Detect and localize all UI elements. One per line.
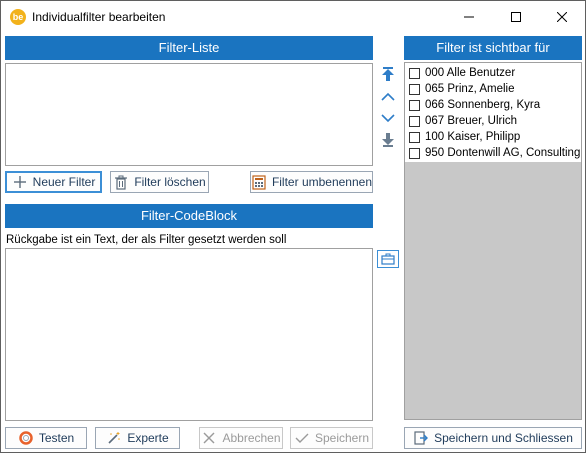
- expert-button[interactable]: Experte: [95, 427, 180, 449]
- user-visibility-list: 000 Alle Benutzer 065 Prinz, Amelie 066 …: [404, 62, 582, 420]
- chevron-down-icon: [381, 114, 395, 123]
- x-icon: [201, 430, 217, 446]
- user-label: 066 Sonnenberg, Kyra: [425, 99, 541, 111]
- delete-filter-label: Filter löschen: [134, 175, 206, 189]
- cancel-button[interactable]: Abbrechen: [199, 427, 283, 449]
- magic-wand-icon: [106, 430, 122, 446]
- save-label: Speichern: [314, 431, 370, 445]
- test-button[interactable]: Testen: [5, 427, 87, 449]
- checkbox[interactable]: [409, 131, 420, 143]
- filter-list-box[interactable]: [5, 63, 373, 166]
- close-button[interactable]: [539, 1, 585, 32]
- checkbox[interactable]: [409, 115, 420, 127]
- move-top-button[interactable]: [379, 65, 397, 83]
- rename-filter-button[interactable]: Filter umbenennen: [250, 171, 373, 193]
- move-bottom-button[interactable]: [379, 131, 397, 149]
- exit-icon: [413, 430, 429, 446]
- user-label: 950 Dontenwill AG, Consulting: [425, 147, 581, 159]
- codeblock-header: Filter-CodeBlock: [5, 204, 373, 228]
- list-item[interactable]: 066 Sonnenberg, Kyra: [405, 97, 581, 113]
- maximize-button[interactable]: [493, 1, 539, 32]
- user-label: 100 Kaiser, Philipp: [425, 131, 521, 143]
- codeblock-description: Rückgabe ist ein Text, der als Filter ge…: [6, 234, 287, 246]
- expert-label: Experte: [127, 431, 169, 445]
- plus-icon: [12, 174, 28, 190]
- calculator-icon: [251, 174, 267, 190]
- window-title: Individualfilter bearbeiten: [32, 10, 166, 24]
- filter-list-header: Filter-Liste: [5, 36, 373, 60]
- list-item[interactable]: 950 Dontenwill AG, Consulting: [405, 145, 581, 161]
- lifebuoy-icon: [18, 430, 34, 446]
- new-filter-label: Neuer Filter: [32, 175, 96, 189]
- trash-icon: [113, 174, 129, 190]
- checkbox[interactable]: [409, 99, 420, 111]
- move-down-button[interactable]: [379, 109, 397, 127]
- new-filter-button[interactable]: Neuer Filter: [5, 171, 102, 193]
- save-button[interactable]: Speichern: [290, 427, 373, 449]
- checkbox[interactable]: [409, 147, 420, 159]
- save-and-close-label: Speichern und Schliessen: [434, 431, 573, 445]
- move-to-top-icon: [382, 67, 394, 81]
- title-bar: be Individualfilter bearbeiten: [1, 1, 585, 32]
- user-label: 000 Alle Benutzer: [425, 67, 516, 79]
- code-editor[interactable]: [5, 248, 373, 421]
- list-item[interactable]: 000 Alle Benutzer: [405, 65, 581, 81]
- move-up-button[interactable]: [379, 88, 397, 106]
- user-label: 067 Breuer, Ulrich: [425, 115, 518, 127]
- toolbox-icon: [381, 253, 395, 265]
- list-item[interactable]: 065 Prinz, Amelie: [405, 81, 581, 97]
- checkbox[interactable]: [409, 67, 420, 79]
- move-to-bottom-icon: [382, 133, 394, 147]
- user-label: 065 Prinz, Amelie: [425, 83, 515, 95]
- maximize-icon: [511, 11, 521, 22]
- minimize-icon: [464, 16, 474, 17]
- cancel-label: Abbrechen: [222, 431, 281, 445]
- list-item[interactable]: 100 Kaiser, Philipp: [405, 129, 581, 145]
- app-logo-icon: be: [10, 9, 26, 25]
- visibility-header: Filter ist sichtbar für: [404, 36, 582, 60]
- delete-filter-button[interactable]: Filter löschen: [110, 171, 209, 193]
- checkbox[interactable]: [409, 83, 420, 95]
- chevron-up-icon: [381, 92, 395, 101]
- save-and-close-button[interactable]: Speichern und Schliessen: [404, 427, 582, 449]
- toolbox-button[interactable]: [377, 250, 399, 268]
- minimize-button[interactable]: [446, 1, 492, 32]
- dialog-window: be Individualfilter bearbeiten Filter-Li…: [0, 0, 586, 453]
- checkmark-icon: [294, 430, 310, 446]
- close-icon: [557, 11, 567, 22]
- list-item[interactable]: 067 Breuer, Ulrich: [405, 113, 581, 129]
- rename-filter-label: Filter umbenennen: [271, 175, 372, 189]
- test-label: Testen: [38, 431, 75, 445]
